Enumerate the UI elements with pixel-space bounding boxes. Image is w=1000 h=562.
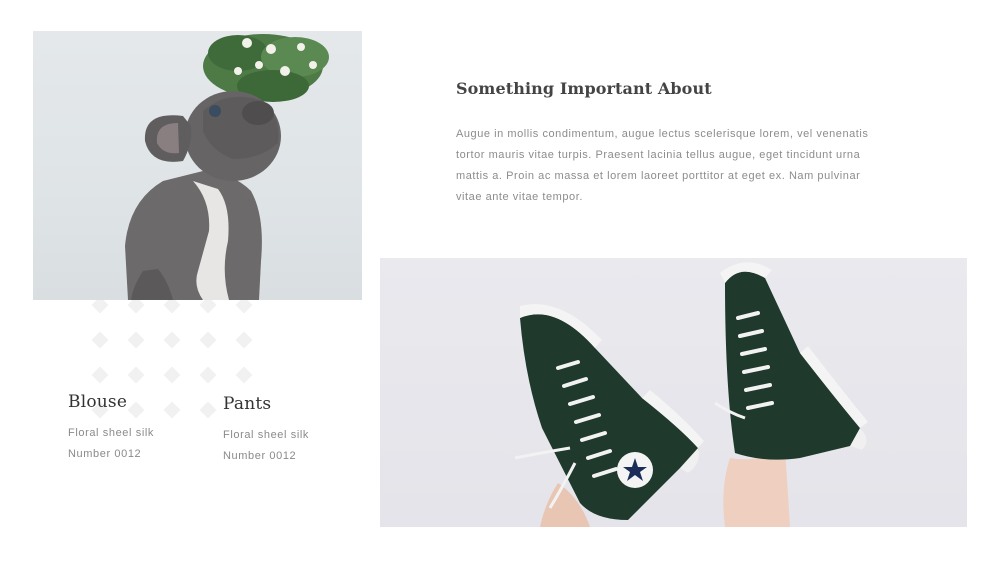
sneakers-photo (380, 258, 967, 527)
diamond-shape (127, 366, 145, 384)
section-heading: Something Important About (456, 79, 712, 98)
product-material: Floral sheel silk (223, 429, 310, 441)
product-title: Pants (223, 394, 272, 414)
body-paragraph: Augue in mollis condimentum, augue lectu… (456, 128, 869, 203)
diamond-shape (199, 366, 217, 384)
product-material: Floral sheel silk (68, 427, 155, 439)
diamond-shape (91, 366, 109, 384)
mistletoe-illustration (203, 34, 329, 102)
product-number: Number 0012 (223, 450, 297, 462)
diamond-shape (163, 366, 181, 384)
dog-illustration (125, 91, 281, 300)
diamond-shape (91, 331, 109, 349)
diamond-shape (199, 331, 217, 349)
slide: Blouse Floral sheel silk Number 0012 Pan… (0, 0, 1000, 562)
diamond-shape (199, 401, 217, 419)
diamond-shape (235, 366, 253, 384)
right-sneaker-illustration (714, 262, 868, 527)
left-sneaker-illustration (514, 304, 704, 527)
product-pants: Pants Floral sheel silk Number 0012 (223, 394, 309, 467)
diamond-shape (127, 331, 145, 349)
diamond-shape (163, 401, 181, 419)
dog-photo (33, 31, 362, 300)
diamond-shape (235, 331, 253, 349)
product-blouse: Blouse Floral sheel silk Number 0012 (68, 392, 154, 465)
product-title: Blouse (68, 392, 128, 412)
product-number: Number 0012 (68, 448, 142, 460)
diamond-shape (163, 331, 181, 349)
